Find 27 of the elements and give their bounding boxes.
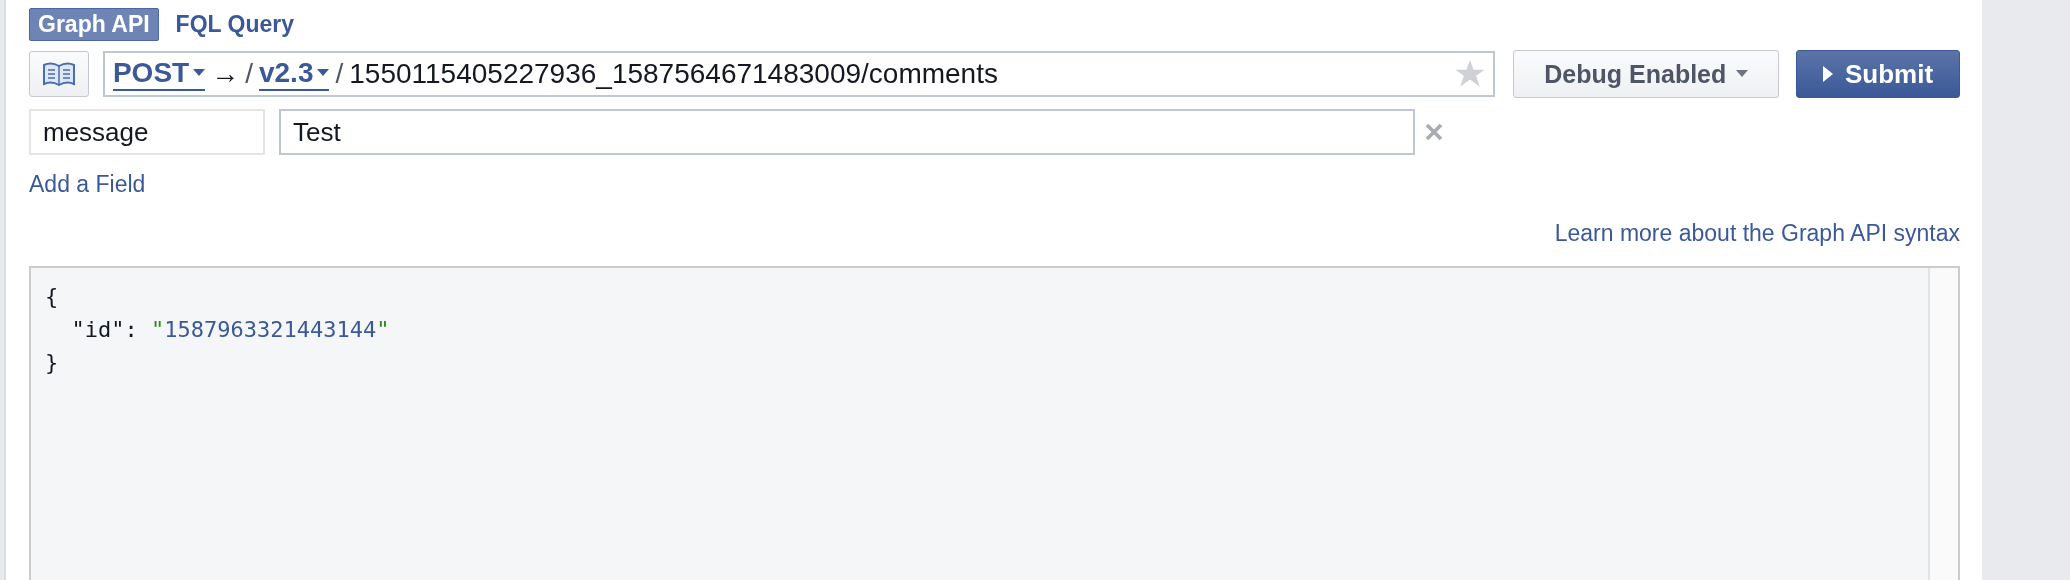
caret-icon	[317, 69, 330, 77]
scrollbar[interactable]	[1928, 268, 1958, 580]
separator-text: /	[335, 58, 344, 90]
field-value-input[interactable]: Test	[279, 109, 1415, 155]
learn-more-link[interactable]: Learn more about the Graph API syntax	[1554, 220, 1960, 247]
play-icon	[1823, 66, 1833, 82]
code-line: "id": "1587963321443144"	[70, 316, 390, 344]
add-field-link[interactable]: Add a Field	[29, 171, 146, 198]
caret-icon	[1736, 70, 1749, 78]
separator-text: /	[245, 58, 253, 90]
submit-button[interactable]: Submit	[1796, 50, 1960, 98]
star-icon[interactable]	[1455, 60, 1486, 88]
field-name-input[interactable]: message	[29, 109, 265, 155]
debug-dropdown[interactable]: Debug Enabled	[1513, 50, 1780, 98]
book-icon	[41, 61, 76, 87]
method-dropdown[interactable]: POST	[112, 57, 206, 91]
version-dropdown[interactable]: v2.3	[258, 57, 330, 91]
reference-button[interactable]	[29, 51, 89, 97]
tab[interactable]: FQL Query	[166, 7, 304, 41]
caret-icon	[193, 69, 206, 77]
arrow-text: →	[211, 58, 240, 90]
path-text: 1550115405227936_1587564671483009/comments	[349, 58, 998, 90]
tab[interactable]: Graph API	[29, 7, 159, 41]
code-line: }	[45, 349, 59, 377]
path-field[interactable]: POST → / v2.3 / 1550115405227936_1587564671483009/comments	[102, 51, 1496, 97]
close-icon[interactable]	[1425, 123, 1443, 141]
code-line: {	[45, 283, 59, 311]
